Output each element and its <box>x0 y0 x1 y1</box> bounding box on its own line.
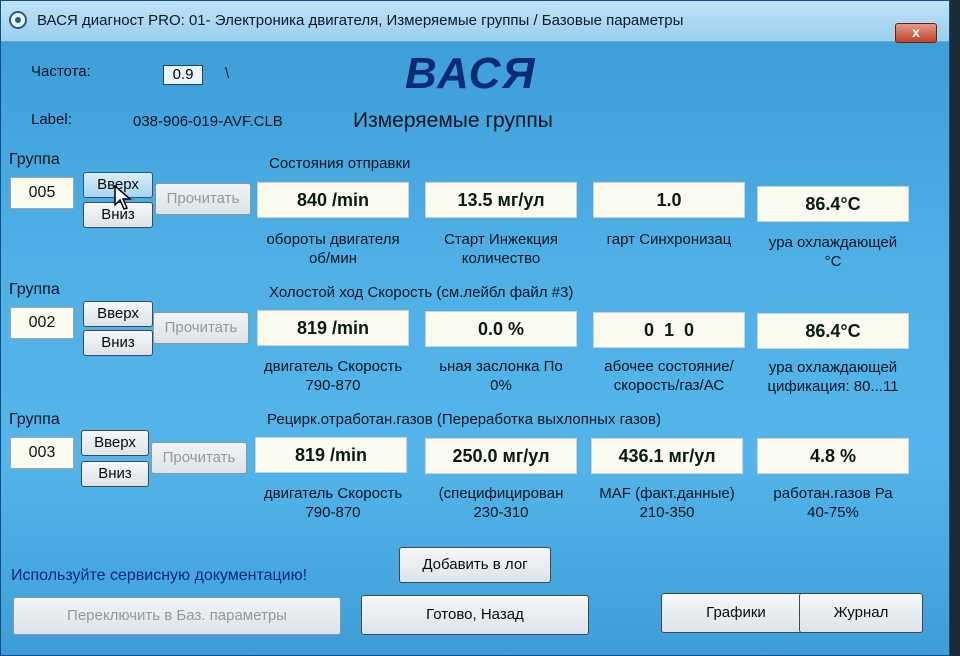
group-3-read-button[interactable]: Прочитать <box>151 442 247 474</box>
service-docs-hint: Используйте сервисную документацию! <box>11 567 308 584</box>
group-1-label: Группа <box>9 151 60 168</box>
group-2-value-2: 0.0 % <box>425 311 577 347</box>
group-1-title: Состояния отправки <box>269 155 411 172</box>
group-3-title: Рецирк.отработан.газов (Переработка выхл… <box>267 411 661 428</box>
group-2-number-input[interactable]: 002 <box>10 307 74 339</box>
label-file: 038-906-019-AVF.CLB <box>133 113 283 130</box>
graphs-button[interactable]: Графики <box>661 593 811 633</box>
window-title: ВАСЯ диагност PRO: 01- Электроника двига… <box>37 12 684 29</box>
group-3-value-1: 819 /min <box>255 437 407 473</box>
group-3-value-3: 436.1 мг/ул <box>591 438 743 474</box>
group-3-caption-1: двигатель Скорость 790-870 <box>263 485 403 521</box>
group-3-value-2: 250.0 мг/ул <box>425 438 577 474</box>
frequency-indicator: \ <box>225 65 230 82</box>
group-1-caption-3: гарт Синхронизац <box>606 231 732 248</box>
title-bar: ВАСЯ диагност PRO: 01- Электроника двига… <box>1 1 949 43</box>
app-icon <box>9 11 27 29</box>
app-logo: ВАСЯ <box>405 49 537 98</box>
group-3-caption-4: работан.газов Ра 40-75% <box>773 485 893 521</box>
group-2-caption-3: абочее состояние/скорость/газ/АС <box>604 358 734 394</box>
group-2-up-button[interactable]: Вверх <box>83 301 153 327</box>
group-3-caption-3: MAF (факт.данные) 210-350 <box>599 485 735 521</box>
frequency-label: Частота: <box>31 63 91 80</box>
group-2-caption-2: ьная заслонка По 0% <box>439 358 563 394</box>
journal-button[interactable]: Журнал <box>799 593 923 633</box>
group-3-label: Группа <box>9 411 60 428</box>
group-1-value-2: 13.5 мг/ул <box>425 182 577 218</box>
done-back-button[interactable]: Готово, Назад <box>361 595 589 635</box>
group-2-caption-4: ура охлаждающей цификация: 80...11 <box>767 359 899 395</box>
group-2-down-button[interactable]: Вниз <box>83 330 153 356</box>
group-1-number-input[interactable]: 005 <box>10 177 74 209</box>
group-2-value-4: 86.4°C <box>757 313 909 349</box>
group-2-value-3: 0 1 0 <box>593 312 745 348</box>
group-2-read-button[interactable]: Прочитать <box>153 312 249 344</box>
group-3-number-input[interactable]: 003 <box>10 437 74 469</box>
group-3-down-button[interactable]: Вниз <box>81 461 149 487</box>
frequency-value: 0.9 <box>163 65 203 85</box>
group-1-caption-4: ура охлаждающей °C <box>768 234 898 270</box>
group-1-value-3: 1.0 <box>593 182 745 218</box>
page-subtitle: Измеряемые группы <box>353 109 553 132</box>
group-1-caption-1: обороты двигателя об/мин <box>266 231 400 267</box>
group-3-caption-2: (специфицирован 230-310 <box>438 485 564 521</box>
group-3-up-button[interactable]: Вверх <box>81 430 149 456</box>
group-3-value-4: 4.8 % <box>757 438 909 474</box>
switch-basic-params-button[interactable]: Переключить в Баз. параметры <box>13 597 341 635</box>
group-1-read-button[interactable]: Прочитать <box>155 183 251 215</box>
group-2-label: Группа <box>9 281 60 298</box>
group-1-value-4: 86.4°C <box>757 186 909 222</box>
group-1-caption-2: Старт Инжекция количество <box>443 231 559 267</box>
group-1-value-1: 840 /min <box>257 182 409 218</box>
add-to-log-button[interactable]: Добавить в лог <box>399 547 551 583</box>
label-caption: Label: <box>31 111 72 128</box>
main-window: ВАСЯ диагност PRO: 01- Электроника двига… <box>0 0 950 656</box>
group-2-value-1: 819 /min <box>257 310 409 346</box>
close-button[interactable]: x <box>895 23 937 43</box>
group-2-title: Холостой ход Скорость (см.лейбл файл #3) <box>269 284 574 301</box>
group-2-caption-1: двигатель Скорость 790-870 <box>263 358 403 394</box>
